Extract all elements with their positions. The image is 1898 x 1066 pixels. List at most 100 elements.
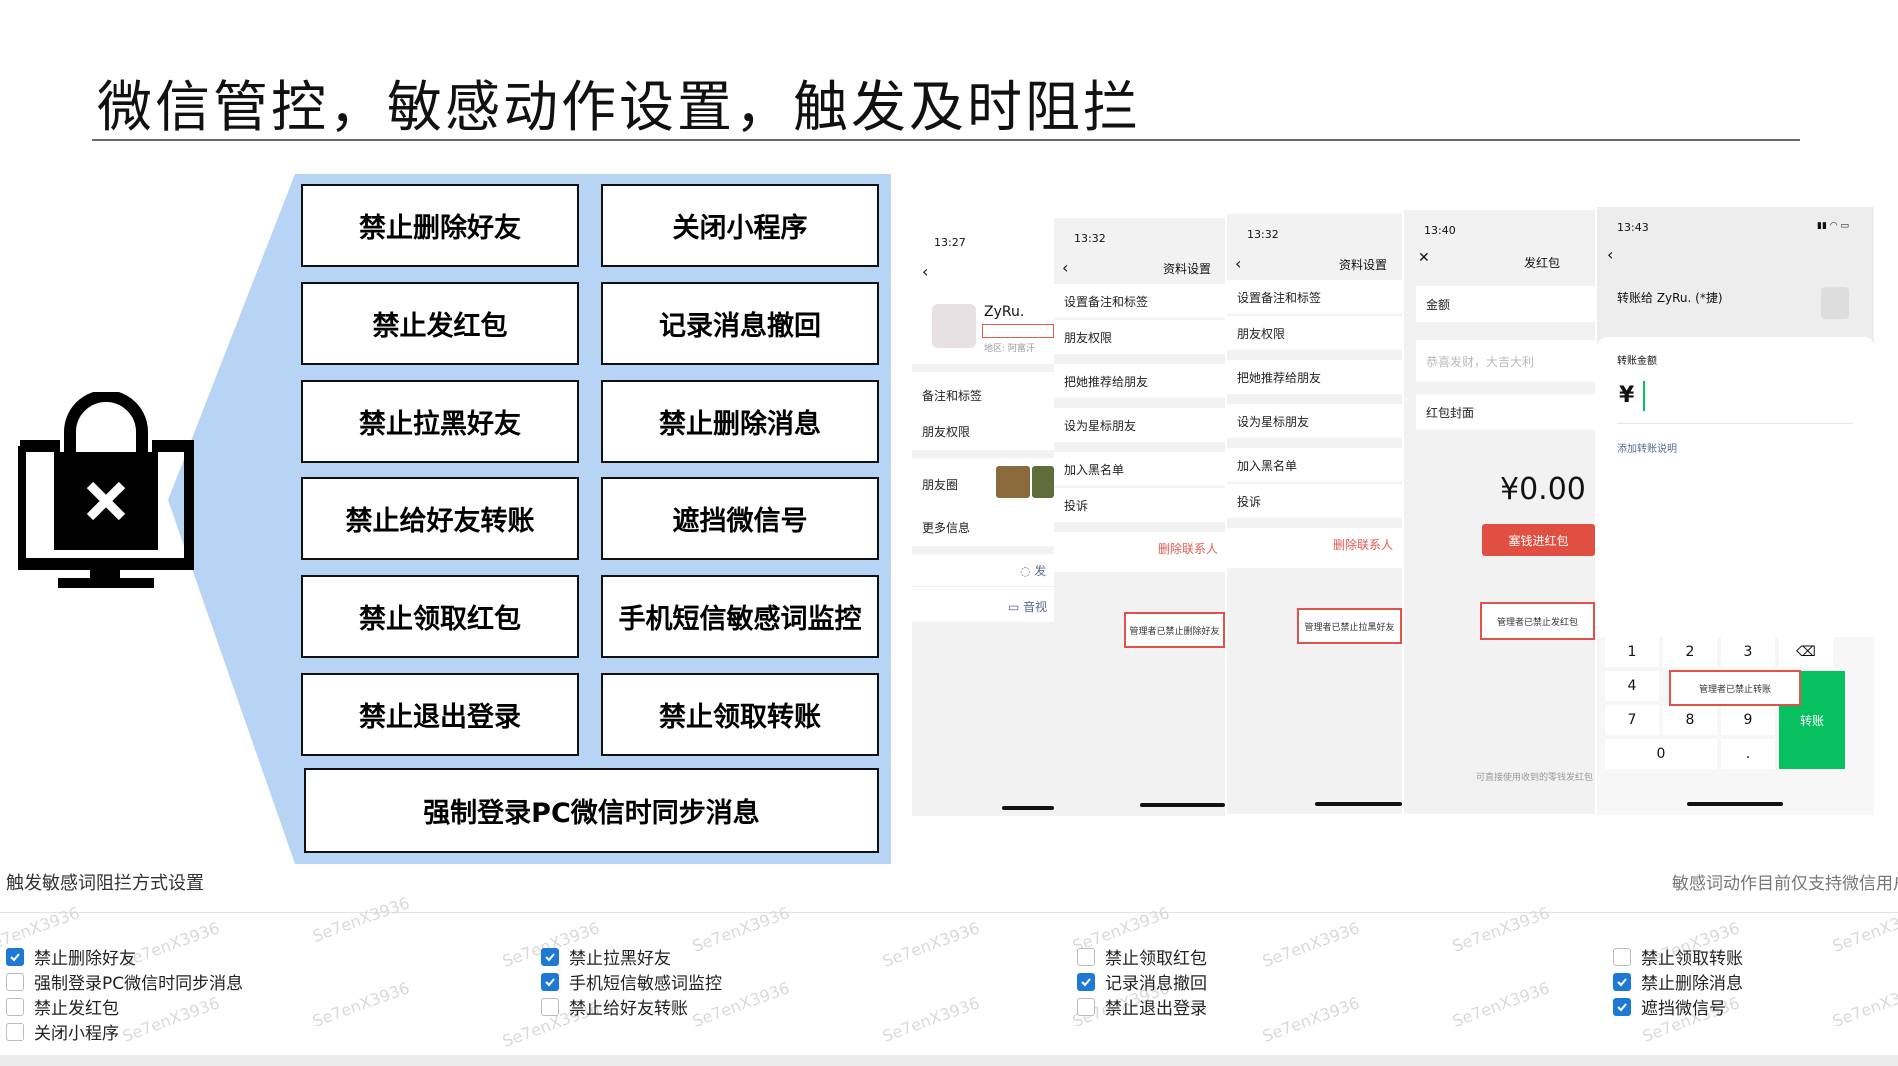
checkbox[interactable] xyxy=(1613,997,1631,1016)
checkbox-item[interactable]: 遮挡微信号 xyxy=(1613,994,1726,1019)
checkbox-item[interactable]: 禁止领取红包 xyxy=(1077,944,1207,969)
checkbox[interactable] xyxy=(6,972,24,991)
backspace-icon[interactable]: ⌫ xyxy=(1779,637,1833,667)
checkbox[interactable] xyxy=(6,1022,24,1041)
send-message-link[interactable]: ◌ 发 xyxy=(1020,562,1046,579)
screen-title: 资料设置 xyxy=(1339,258,1388,272)
blocked-toast: 管理者已禁止转账 xyxy=(1669,670,1801,706)
avatar xyxy=(1821,287,1849,319)
watermark-text: Se7enX3936 xyxy=(879,993,983,1046)
checkbox[interactable] xyxy=(1613,947,1631,966)
bottom-bar xyxy=(0,1055,1898,1066)
row[interactable]: 投诉 xyxy=(1227,484,1402,518)
delete-contact-button[interactable]: 删除联系人 xyxy=(1158,540,1218,557)
row[interactable]: 加入黑名单 xyxy=(1054,452,1225,486)
row[interactable]: 设为星标朋友 xyxy=(1054,408,1225,442)
checkbox-item[interactable]: 手机短信敏感词监控 xyxy=(541,969,722,994)
checkmark-icon xyxy=(1081,977,1091,986)
feature-box: 禁止给好友转账 xyxy=(301,477,579,560)
transfer-recipient: 转账给 ZyRu. (*捷) xyxy=(1617,291,1723,305)
key[interactable]: 8 xyxy=(1663,705,1717,735)
checkbox-item[interactable]: 禁止退出登录 xyxy=(1077,994,1207,1019)
video-icon: ▭ xyxy=(1008,600,1024,614)
home-indicator xyxy=(1315,802,1402,806)
checkbox[interactable] xyxy=(1077,947,1095,966)
checkbox-item[interactable]: 禁止发红包 xyxy=(6,994,119,1019)
settings-note: 敏感词动作目前仅支持微信用户 xyxy=(1672,874,1898,894)
row[interactable]: 设置备注和标签 xyxy=(1054,284,1225,318)
checkbox-item[interactable]: 关闭小程序 xyxy=(6,1019,119,1044)
key[interactable]: 2 xyxy=(1663,637,1717,667)
chat-icon: ◌ xyxy=(1020,564,1035,578)
amount-display: ¥0.00 xyxy=(1500,472,1586,507)
row-remark[interactable]: 备注和标签 xyxy=(912,378,1054,412)
checkbox[interactable] xyxy=(1613,972,1631,991)
status-time: 13:32 xyxy=(1247,228,1279,241)
checkbox-item[interactable]: 禁止删除好友 xyxy=(6,944,136,969)
row[interactable]: 设为星标朋友 xyxy=(1227,404,1402,438)
feature-box: 关闭小程序 xyxy=(601,184,879,267)
checkbox-item[interactable]: 强制登录PC微信时同步消息 xyxy=(6,969,243,994)
row[interactable]: 加入黑名单 xyxy=(1227,448,1402,482)
feature-box: 禁止发红包 xyxy=(301,282,579,365)
key[interactable]: 0 xyxy=(1605,739,1717,769)
back-icon[interactable]: ‹ xyxy=(1235,254,1241,273)
delete-contact-button[interactable]: 删除联系人 xyxy=(1333,536,1393,553)
checkmark-icon xyxy=(1617,1002,1627,1011)
key[interactable]: 3 xyxy=(1721,637,1775,667)
moments-thumb xyxy=(996,466,1030,498)
close-icon[interactable]: ✕ xyxy=(1418,250,1430,266)
add-note-link[interactable]: 添加转账说明 xyxy=(1617,440,1677,455)
numeric-keypad: 1 2 3 ⌫ 4 7 8 9 0 . 转账 xyxy=(1605,637,1845,785)
back-icon[interactable]: ‹ xyxy=(1062,258,1068,277)
checkbox-item[interactable]: 禁止删除消息 xyxy=(1613,969,1743,994)
row[interactable]: 设置备注和标签 xyxy=(1227,280,1402,314)
amount-field[interactable]: 金额 xyxy=(1416,286,1595,322)
key[interactable]: 7 xyxy=(1605,705,1659,735)
checkbox[interactable] xyxy=(1077,972,1095,991)
watermark-text: Se7enX3936 xyxy=(1259,993,1363,1046)
row[interactable]: 朋友权限 xyxy=(1227,316,1402,350)
blocked-toast: 管理者已禁止删除好友 xyxy=(1124,612,1225,648)
checkbox[interactable] xyxy=(541,947,559,966)
row[interactable]: 把她推荐给朋友 xyxy=(1227,360,1402,394)
lock-monitor-icon xyxy=(18,392,194,588)
send-redpacket-button[interactable]: 塞钱进红包 xyxy=(1482,524,1595,556)
checkbox-item[interactable]: 禁止拉黑好友 xyxy=(541,944,671,969)
checkbox[interactable] xyxy=(1077,997,1095,1016)
back-icon[interactable]: ‹ xyxy=(1607,245,1613,264)
greeting-input[interactable]: 恭喜发财，大吉大利 xyxy=(1416,340,1595,382)
checkbox-item[interactable]: 禁止领取转账 xyxy=(1613,944,1743,969)
checkbox[interactable] xyxy=(6,997,24,1016)
feature-box: 禁止领取转账 xyxy=(601,673,879,756)
row[interactable]: 朋友权限 xyxy=(1054,320,1225,354)
phone-screenshot-delete-blocked: 13:32 ‹ 资料设置 设置备注和标签 朋友权限 把她推荐给朋友 设为星标朋友… xyxy=(1054,218,1225,816)
checkbox[interactable] xyxy=(541,997,559,1016)
key[interactable]: 9 xyxy=(1721,705,1775,735)
status-time: 13:32 xyxy=(1074,232,1106,245)
key[interactable]: 4 xyxy=(1605,671,1659,701)
signal-battery-icon: ▮▮ ◠ ▭ xyxy=(1817,221,1849,231)
checkbox[interactable] xyxy=(541,972,559,991)
back-icon[interactable]: ‹ xyxy=(922,262,928,281)
row-permissions[interactable]: 朋友权限 xyxy=(912,414,1054,448)
key[interactable]: 1 xyxy=(1605,637,1659,667)
row[interactable]: 把她推荐给朋友 xyxy=(1054,364,1225,398)
blocked-toast: 管理者已禁止拉黑好友 xyxy=(1297,608,1402,644)
row[interactable]: 投诉 xyxy=(1054,488,1225,522)
moments-thumb xyxy=(1032,466,1054,498)
checkbox-item[interactable]: 记录消息撤回 xyxy=(1077,969,1207,994)
watermark-text: Se7enX3936 xyxy=(1259,918,1363,971)
feature-box: 禁止退出登录 xyxy=(301,673,579,756)
phone-screenshot-transfer-blocked: 13:43 ▮▮ ◠ ▭ ‹ 转账给 ZyRu. (*捷) 转账金额 ¥ 添加转… xyxy=(1597,207,1874,815)
cover-row[interactable]: 红包封面 xyxy=(1416,394,1595,430)
key[interactable]: . xyxy=(1721,739,1775,769)
checkbox[interactable] xyxy=(6,947,24,966)
feature-box: 遮挡微信号 xyxy=(601,477,879,560)
checkmark-icon xyxy=(1617,977,1627,986)
row-more-info[interactable]: 更多信息 xyxy=(912,510,1054,544)
video-call-link[interactable]: ▭ 音视 xyxy=(1008,598,1047,615)
phone-screenshot-blacklist-blocked: 13:32 ‹ 资料设置 设置备注和标签 朋友权限 把她推荐给朋友 设为星标朋友… xyxy=(1227,214,1402,814)
checkbox-item[interactable]: 禁止给好友转账 xyxy=(541,994,688,1019)
text-cursor xyxy=(1643,381,1645,411)
